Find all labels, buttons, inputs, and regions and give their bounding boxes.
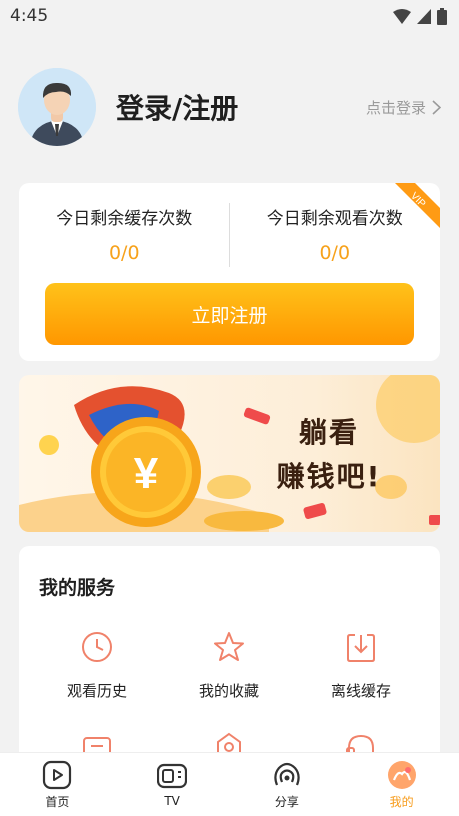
default-avatar-icon <box>18 68 96 146</box>
service-label: 观看历史 <box>66 682 127 700</box>
avatar[interactable] <box>18 68 96 146</box>
signal-icon <box>417 8 431 24</box>
cache-quota: 今日剩余缓存次数 0/0 <box>19 201 230 287</box>
profile-header[interactable]: 登录/注册 点击登录 <box>18 68 441 146</box>
share-icon <box>274 762 300 785</box>
tab-label: 分享 <box>274 794 299 809</box>
watch-quota-value: 0/0 <box>319 242 351 264</box>
tab-home[interactable]: 首页 <box>0 753 115 816</box>
user-icon <box>387 760 416 789</box>
login-register-title[interactable]: 登录/注册 <box>116 87 238 127</box>
tab-label: 首页 <box>45 794 70 809</box>
headset-icon[interactable] <box>344 732 378 754</box>
register-now-button[interactable]: 立即注册 <box>45 283 414 345</box>
clock-icon <box>82 632 112 662</box>
tab-share[interactable]: 分享 <box>230 753 345 816</box>
quota-card: 今日剩余缓存次数 0/0 今日剩余观看次数 0/0 VIP 立即注册 <box>19 183 440 361</box>
login-link[interactable]: 点击登录 <box>366 97 441 118</box>
services-title: 我的服务 <box>39 577 116 599</box>
banner-line-2: 赚钱吧! <box>276 460 382 493</box>
tab-label: TV <box>164 794 180 808</box>
cache-quota-label: 今日剩余缓存次数 <box>56 209 193 229</box>
download-icon <box>347 634 375 662</box>
battery-icon <box>437 7 447 25</box>
tv-icon <box>157 763 188 789</box>
tab-mine[interactable]: 我的 <box>344 753 459 816</box>
coin-symbol: ¥ <box>134 449 159 498</box>
service-favorites[interactable]: 我的收藏 <box>169 630 289 701</box>
status-time: 4:45 <box>10 6 49 26</box>
location-icon[interactable] <box>212 732 246 754</box>
banner-line-1: 躺看 <box>298 416 359 449</box>
service-offline-cache[interactable]: 离线缓存 <box>301 630 421 701</box>
status-bar: 4:45 <box>0 0 459 32</box>
login-link-label: 点击登录 <box>365 98 426 117</box>
wifi-icon <box>393 8 411 24</box>
vip-ribbon: VIP <box>395 183 440 228</box>
service-label: 我的收藏 <box>198 682 259 700</box>
cache-quota-value: 0/0 <box>108 242 140 264</box>
tab-label: 我的 <box>389 794 414 809</box>
star-icon <box>214 632 244 661</box>
banner-slogan: 躺看 赚钱吧! <box>269 411 389 499</box>
status-icons <box>393 7 447 25</box>
tab-tv[interactable]: TV <box>115 753 230 816</box>
bottom-tab-bar: 首页 TV 分享 我的 <box>0 753 459 816</box>
quota-divider <box>229 203 230 267</box>
play-icon <box>43 760 72 789</box>
chevron-right-icon <box>432 99 441 115</box>
service-watch-history[interactable]: 观看历史 <box>37 630 157 701</box>
service-label: 离线缓存 <box>330 682 391 700</box>
promo-banner[interactable]: ¥ 躺看 赚钱吧! <box>19 375 440 532</box>
